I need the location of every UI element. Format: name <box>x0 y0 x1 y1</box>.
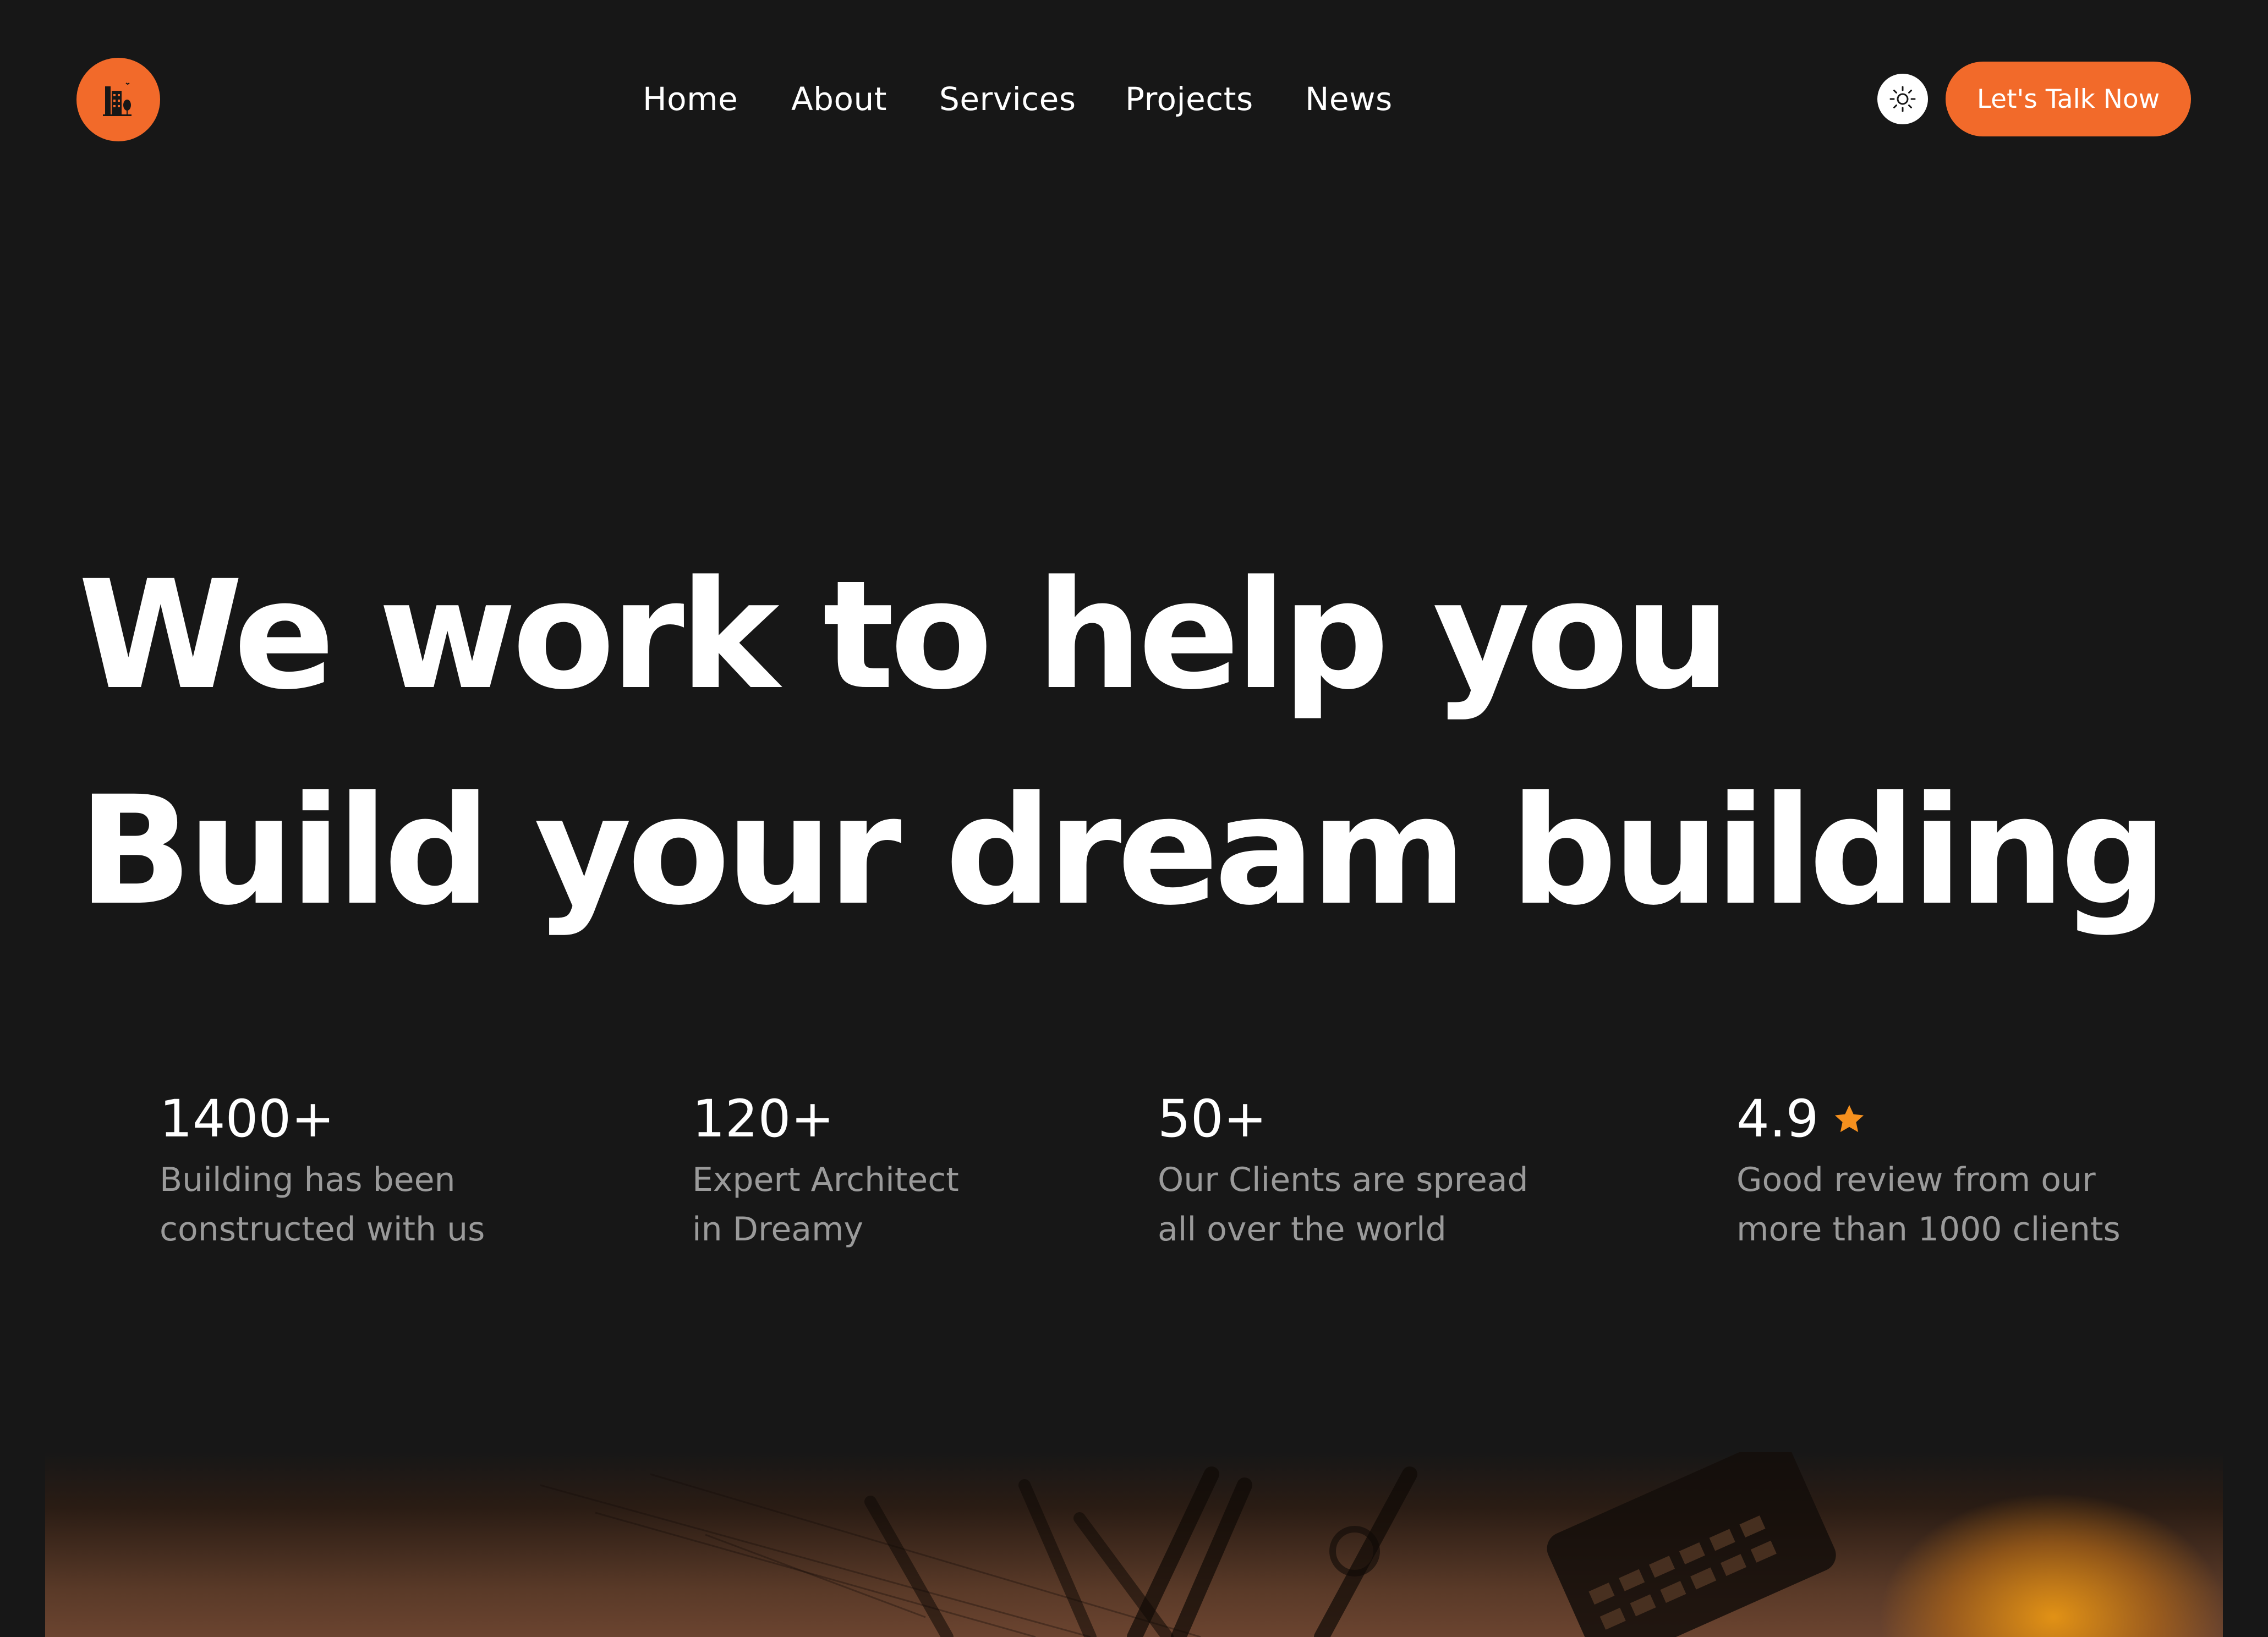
stat-buildings: 1400+ Building has been constructed with… <box>160 1089 485 1254</box>
hero-background-image <box>45 1452 2223 1637</box>
stat-rating-desc-2: more than 1000 clients <box>1736 1210 2121 1249</box>
stat-buildings-desc-2: constructed with us <box>160 1210 485 1249</box>
stat-rating-row: 4.9 <box>1736 1089 2121 1150</box>
stat-buildings-value: 1400+ <box>160 1089 335 1149</box>
stat-rating: 4.9 Good review from our more than 1000 … <box>1736 1089 2121 1254</box>
hero-title-line-2: Build your dream building <box>78 765 2168 938</box>
theme-toggle-button[interactable] <box>1877 74 1928 124</box>
landing-page: Home About Services Projects News Let's … <box>0 0 2268 1637</box>
stat-clients-value: 50+ <box>1158 1089 1267 1149</box>
building-logo-icon[interactable] <box>76 58 160 141</box>
nav-home[interactable]: Home <box>643 77 738 121</box>
hero-title-line-1: We work to help you <box>78 549 1731 723</box>
lets-talk-button[interactable]: Let's Talk Now <box>1946 62 2191 136</box>
stat-architects-desc-1: Expert Architect <box>692 1161 959 1199</box>
stat-architects-desc-2: in Dreamy <box>692 1210 863 1249</box>
stat-clients-desc-2: all over the world <box>1158 1210 1447 1249</box>
sun-icon <box>1889 86 1916 112</box>
stat-architects-value: 120+ <box>692 1089 835 1149</box>
nav-services[interactable]: Services <box>939 77 1076 121</box>
nav-news[interactable]: News <box>1305 77 1393 121</box>
stat-clients-desc-1: Our Clients are spread <box>1158 1161 1529 1199</box>
stat-rating-desc-1: Good review from our <box>1736 1161 2096 1199</box>
building-logo-glyph <box>103 83 132 116</box>
stat-buildings-desc-1: Building has been <box>160 1161 456 1199</box>
nav-about[interactable]: About <box>791 77 887 121</box>
star-icon <box>1834 1105 1864 1133</box>
stat-clients: 50+ Our Clients are spread all over the … <box>1158 1089 1529 1254</box>
nav-projects[interactable]: Projects <box>1125 77 1253 121</box>
stat-architects: 120+ Expert Architect in Dreamy <box>692 1089 959 1254</box>
stat-rating-value: 4.9 <box>1736 1089 1819 1149</box>
blueprint-illustration <box>540 1452 1836 1637</box>
